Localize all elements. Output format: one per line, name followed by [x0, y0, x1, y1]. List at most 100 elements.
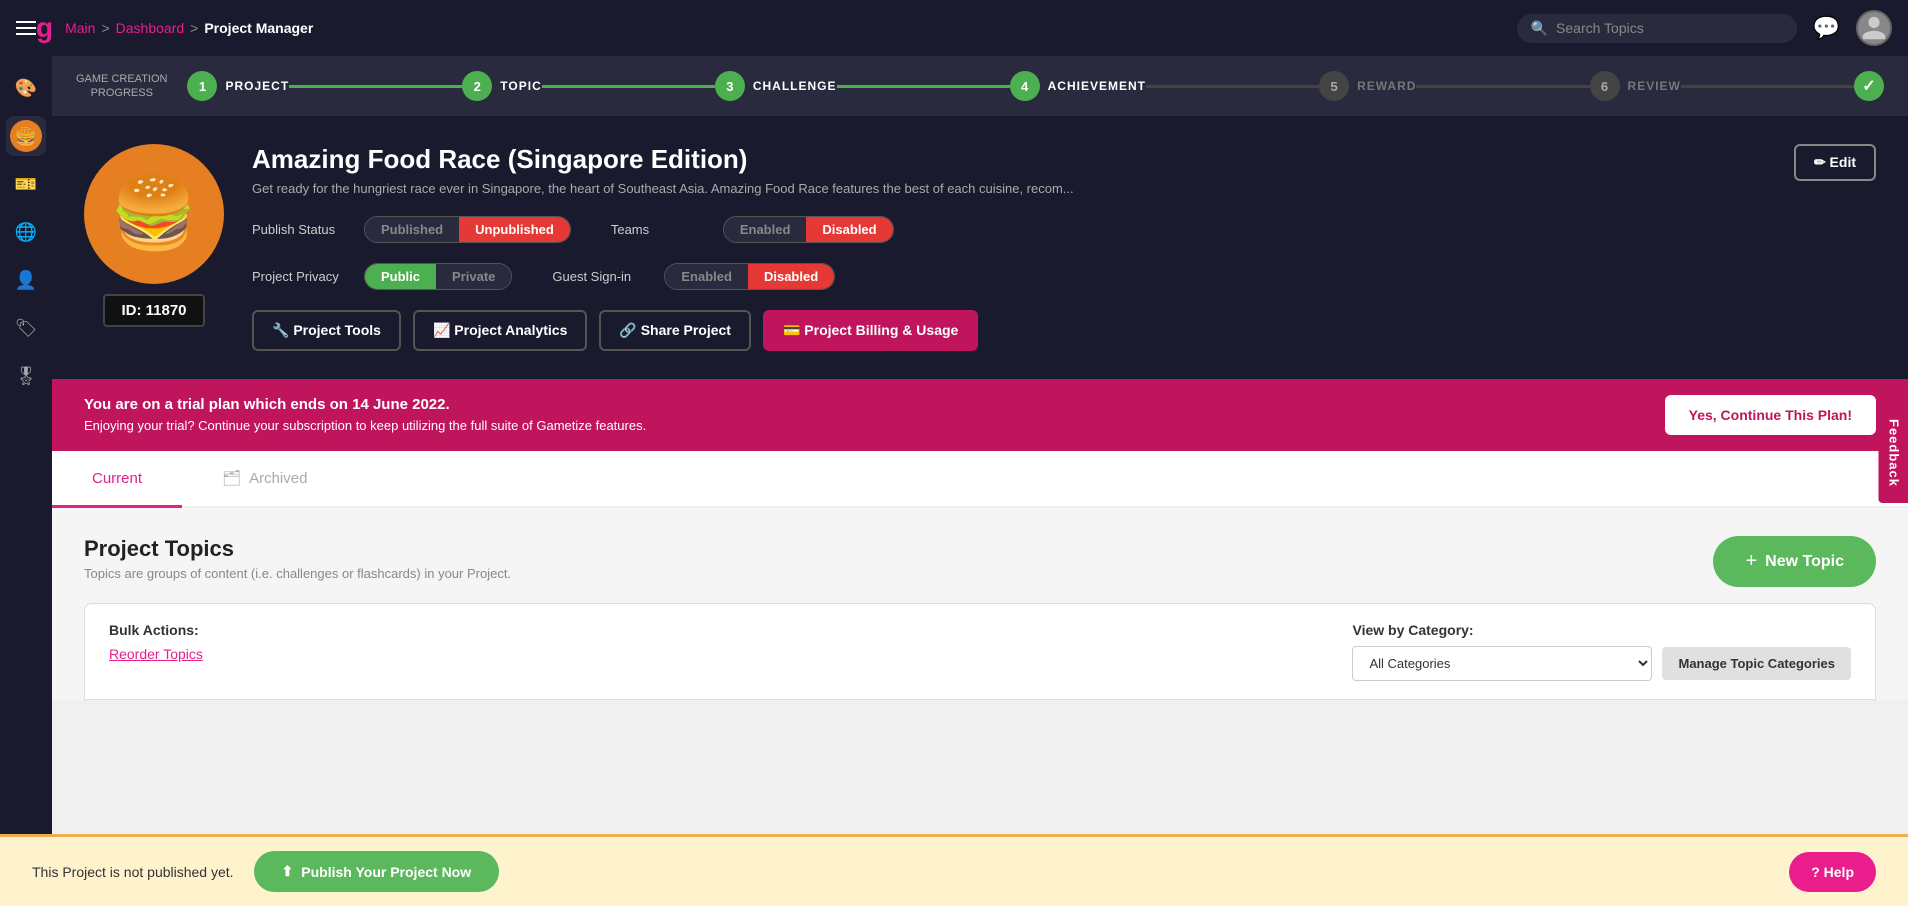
topics-header: Project Topics Topics are groups of cont…: [52, 508, 1908, 603]
sidebar-item-person[interactable]: 👤: [6, 260, 46, 300]
category-select-row: All Categories Manage Topic Categories: [1352, 646, 1851, 681]
breadcrumb-main[interactable]: Main: [65, 20, 95, 36]
step-challenge[interactable]: 3 CHALLENGE: [715, 71, 837, 101]
project-tools-button[interactable]: 🔧 Project Tools: [252, 310, 401, 351]
top-navigation: g Main > Dashboard > Project Manager 🔍 💬: [0, 0, 1908, 56]
step-circle-5: 5: [1319, 71, 1349, 101]
step-reward[interactable]: 5 REWARD: [1319, 71, 1416, 101]
manage-categories-button[interactable]: Manage Topic Categories: [1662, 647, 1851, 680]
step-project[interactable]: 1 PROJECT: [187, 71, 289, 101]
teams-enabled-toggle[interactable]: Enabled: [724, 217, 807, 242]
brand-logo: g: [36, 12, 53, 44]
search-box: 🔍: [1517, 14, 1797, 43]
project-info: Amazing Food Race (Singapore Edition) Ge…: [252, 144, 1876, 351]
bulk-actions-col: Bulk Actions: Reorder Topics: [109, 622, 203, 664]
trial-banner: You are on a trial plan which ends on 14…: [52, 379, 1908, 451]
breadcrumb-dashboard[interactable]: Dashboard: [116, 20, 185, 36]
progress-label: GAME CREATION PROGRESS: [76, 72, 167, 101]
new-topic-button[interactable]: + New Topic: [1713, 536, 1876, 587]
reorder-topics-link[interactable]: Reorder Topics: [109, 646, 203, 662]
guest-disabled-toggle[interactable]: Disabled: [748, 264, 834, 289]
sidebar-item-tag[interactable]: 🏷: [6, 308, 46, 348]
hamburger-menu[interactable]: [16, 21, 36, 35]
public-toggle[interactable]: Public: [365, 264, 436, 289]
privacy-row: Project Privacy Public Private: [252, 263, 512, 290]
continue-plan-button[interactable]: Yes, Continue This Plan!: [1665, 395, 1876, 435]
publish-now-button[interactable]: ⬆ Publish Your Project Now: [254, 851, 500, 892]
breadcrumb-sep1: >: [101, 20, 109, 36]
teams-disabled-toggle[interactable]: Disabled: [806, 217, 892, 242]
publish-status-row: Publish Status Published Unpublished: [252, 216, 571, 243]
plus-icon: +: [1745, 550, 1757, 573]
bulk-actions-row: Bulk Actions: Reorder Topics View by Cat…: [84, 603, 1876, 700]
step-label-challenge: CHALLENGE: [753, 79, 837, 93]
publish-up-icon: ⬆: [282, 863, 294, 880]
new-topic-label: New Topic: [1765, 553, 1844, 571]
step-complete[interactable]: ✓: [1854, 71, 1884, 101]
step-topic[interactable]: 2 TOPIC: [462, 71, 541, 101]
tab-current[interactable]: Current: [52, 451, 182, 508]
share-project-button[interactable]: 🔗 Share Project: [599, 310, 751, 351]
unpublished-toggle[interactable]: Unpublished: [459, 217, 570, 242]
guest-enabled-toggle[interactable]: Enabled: [665, 264, 748, 289]
progress-bar: GAME CREATION PROGRESS 1 PROJECT 2 TOPIC…: [52, 56, 1908, 116]
published-toggle[interactable]: Published: [365, 217, 459, 242]
main-content: GAME CREATION PROGRESS 1 PROJECT 2 TOPIC…: [52, 56, 1908, 906]
step-circle-6: 6: [1590, 71, 1620, 101]
sidebar-item-globe[interactable]: 🌐: [6, 212, 46, 252]
step-label-achievement: ACHIEVEMENT: [1048, 79, 1146, 93]
guest-signin-row: Guest Sign-in Enabled Disabled: [552, 263, 835, 290]
step-circle-4: 4: [1010, 71, 1040, 101]
feedback-tab[interactable]: Feedback: [1879, 403, 1908, 503]
view-category-label: View by Category:: [1352, 622, 1851, 638]
private-toggle[interactable]: Private: [436, 264, 511, 289]
project-billing-button[interactable]: 💳 Project Billing & Usage: [763, 310, 978, 351]
project-id: ID: 11870: [103, 294, 204, 327]
teams-row: Teams Enabled Disabled: [611, 216, 894, 243]
project-title: Amazing Food Race (Singapore Edition): [252, 144, 1074, 175]
publish-bar: This Project is not published yet. ⬆ Pub…: [0, 834, 1908, 906]
step-circle-3: 3: [715, 71, 745, 101]
sidebar-item-user[interactable]: 🍔: [6, 116, 46, 156]
step-label-reward: REWARD: [1357, 79, 1416, 93]
step-review[interactable]: 6 REVIEW: [1590, 71, 1681, 101]
guest-signin-toggle: Enabled Disabled: [664, 263, 835, 290]
category-select[interactable]: All Categories: [1352, 646, 1652, 681]
publish-status-toggle: Published Unpublished: [364, 216, 571, 243]
topics-subtitle: Topics are groups of content (i.e. chall…: [84, 566, 511, 581]
project-card: 🍔 ID: 11870 Amazing Food Race (Singapore…: [52, 116, 1908, 379]
project-meta-2: Project Privacy Public Private Guest Sig…: [252, 263, 1876, 290]
breadcrumb: Main > Dashboard > Project Manager: [65, 20, 313, 36]
tab-archived[interactable]: 🗂 Archived: [182, 451, 347, 508]
food-emoji: 🍔: [110, 173, 197, 255]
project-image: 🍔: [84, 144, 224, 284]
search-icon: 🔍: [1531, 20, 1548, 37]
step-achievement[interactable]: 4 ACHIEVEMENT: [1010, 71, 1146, 101]
step-label-topic: TOPIC: [500, 79, 541, 93]
sidebar-item-badge[interactable]: 🎖: [6, 356, 46, 396]
step-circle-2: 2: [462, 71, 492, 101]
search-input[interactable]: [1556, 20, 1783, 36]
project-analytics-button[interactable]: 📈 Project Analytics: [413, 310, 587, 351]
help-button[interactable]: ? Help: [1789, 852, 1876, 892]
project-actions: 🔧 Project Tools 📈 Project Analytics 🔗 Sh…: [252, 310, 1876, 351]
sidebar-item-ticket[interactable]: 🎫: [6, 164, 46, 204]
connector-4: [1146, 85, 1319, 88]
avatar[interactable]: [1856, 10, 1892, 46]
bulk-actions-label: Bulk Actions:: [109, 622, 203, 638]
breadcrumb-sep2: >: [190, 20, 198, 36]
teams-toggle: Enabled Disabled: [723, 216, 894, 243]
chat-icon[interactable]: 💬: [1813, 15, 1840, 41]
connector-1: [289, 85, 462, 88]
tabs-row: Current 🗂 Archived: [52, 451, 1908, 508]
trial-line1: You are on a trial plan which ends on 14…: [84, 396, 646, 413]
connector-5: [1416, 85, 1589, 88]
publish-status-label: Publish Status: [252, 222, 352, 237]
trial-line2: Enjoying your trial? Continue your subsc…: [84, 418, 646, 433]
teams-label: Teams: [611, 222, 711, 237]
edit-button[interactable]: ✏ Edit: [1794, 144, 1876, 181]
project-meta: Publish Status Published Unpublished Tea…: [252, 216, 1876, 243]
sidebar-item-palette[interactable]: 🎨: [6, 68, 46, 108]
step-label-project: PROJECT: [225, 79, 289, 93]
guest-signin-label: Guest Sign-in: [552, 269, 652, 284]
